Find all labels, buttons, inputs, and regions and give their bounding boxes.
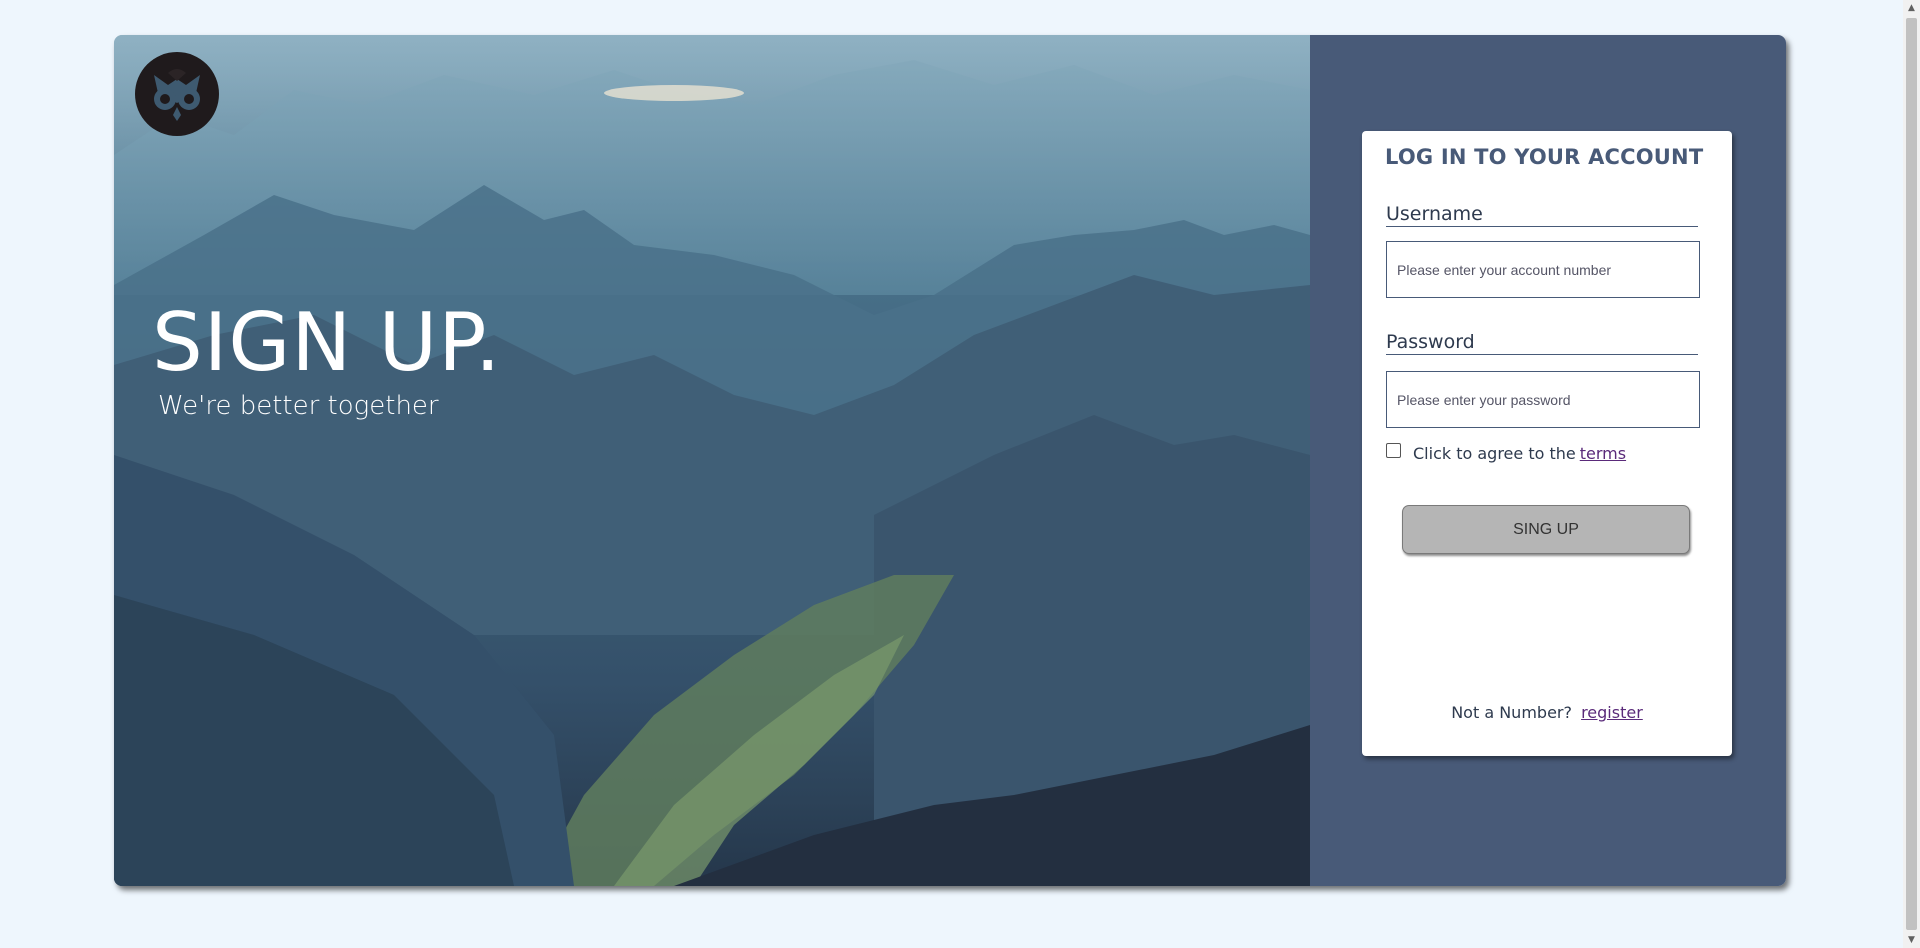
terms-text: Click to agree to the (1413, 444, 1576, 463)
username-input[interactable] (1386, 241, 1700, 298)
register-row: Not a Number? register (1362, 703, 1732, 722)
arrow-up-icon[interactable]: ▲ (1903, 0, 1920, 16)
signup-button[interactable]: SING UP (1402, 505, 1690, 554)
login-form: LOG IN TO YOUR ACCOUNT Username Password… (1362, 131, 1732, 756)
register-link[interactable]: register (1581, 703, 1643, 722)
mountain-landscape-image (114, 35, 1310, 886)
hero-panel: SIGN UP. We're better together (114, 35, 1310, 886)
terms-row: Click to agree to the terms (1386, 443, 1626, 463)
form-heading: LOG IN TO YOUR ACCOUNT (1385, 145, 1704, 169)
terms-checkbox[interactable] (1386, 443, 1401, 458)
arrow-down-icon[interactable]: ▼ (1903, 932, 1920, 948)
password-label: Password (1386, 331, 1698, 355)
password-input[interactable] (1386, 371, 1700, 428)
scrollbar-thumb[interactable] (1906, 18, 1917, 930)
register-text: Not a Number? (1451, 703, 1572, 722)
login-panel: LOG IN TO YOUR ACCOUNT Username Password… (1310, 35, 1786, 886)
username-label: Username (1386, 203, 1698, 227)
hero-title: SIGN UP. (152, 296, 502, 389)
owl-logo-icon (135, 52, 219, 136)
signup-card: SIGN UP. We're better together LOG IN TO… (114, 35, 1786, 886)
page: SIGN UP. We're better together LOG IN TO… (0, 0, 1920, 948)
vertical-scrollbar[interactable]: ▲ ▼ (1903, 0, 1920, 948)
terms-link[interactable]: terms (1580, 444, 1626, 463)
hero-subtitle: We're better together (158, 391, 439, 421)
